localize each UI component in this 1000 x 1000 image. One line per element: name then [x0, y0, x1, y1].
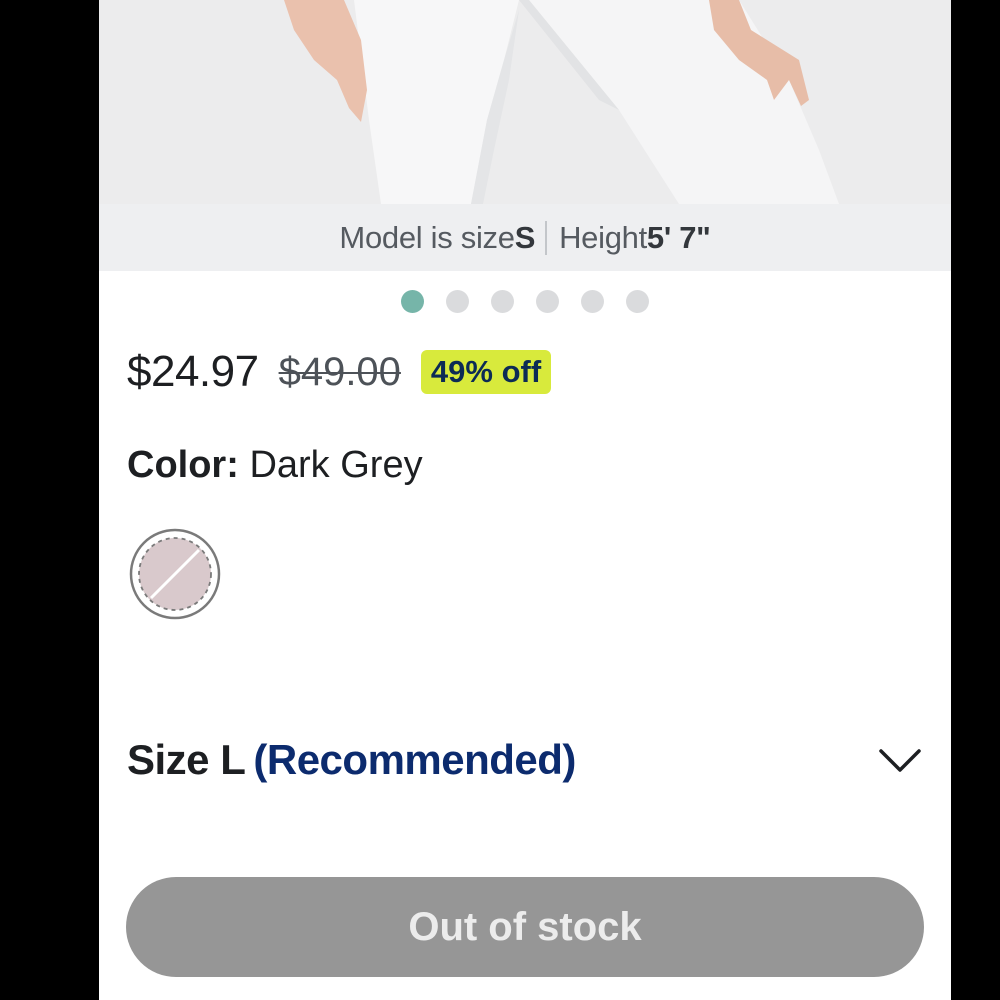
discount-badge: 49% off [420, 350, 552, 394]
divider [545, 220, 548, 255]
carousel-dot-2[interactable] [446, 290, 469, 313]
size-recommendation: (Recommended) [253, 736, 576, 783]
out-of-stock-button[interactable]: Out of stock [126, 877, 924, 977]
original-price: $49.00 [278, 349, 401, 394]
carousel-dot-1[interactable] [401, 290, 424, 313]
product-image[interactable] [99, 0, 951, 204]
size-label: Size L (Recommended) [127, 736, 576, 784]
chevron-down-icon[interactable] [877, 745, 923, 775]
current-price: $24.97 [127, 347, 259, 396]
carousel-dot-4[interactable] [536, 290, 559, 313]
unavailable-swatch-icon [129, 528, 221, 620]
color-selection-label: Color: Dark Grey [127, 444, 423, 487]
product-screen: Model is size S Height 5' 7" $24.97 $49.… [99, 0, 951, 1000]
model-height-value: 5' 7" [646, 219, 711, 255]
carousel-indicator [99, 290, 951, 314]
model-size-prefix: Model is size [339, 219, 515, 255]
carousel-dot-6[interactable] [626, 290, 649, 313]
model-height-label: Height [559, 219, 647, 255]
carousel-dot-5[interactable] [581, 290, 604, 313]
model-photo-drawing [99, 0, 951, 204]
model-size-value: S [514, 219, 536, 255]
color-label: Color: [127, 444, 239, 486]
size-selector[interactable]: Size L (Recommended) [127, 732, 923, 788]
selected-size: Size L [127, 736, 246, 783]
model-size-info: Model is size S Height 5' 7" [99, 204, 951, 271]
carousel-dot-3[interactable] [491, 290, 514, 313]
color-value: Dark Grey [249, 444, 423, 486]
price-row: $24.97 $49.00 49% off [127, 344, 552, 400]
color-swatch-dark-grey[interactable] [129, 528, 221, 620]
